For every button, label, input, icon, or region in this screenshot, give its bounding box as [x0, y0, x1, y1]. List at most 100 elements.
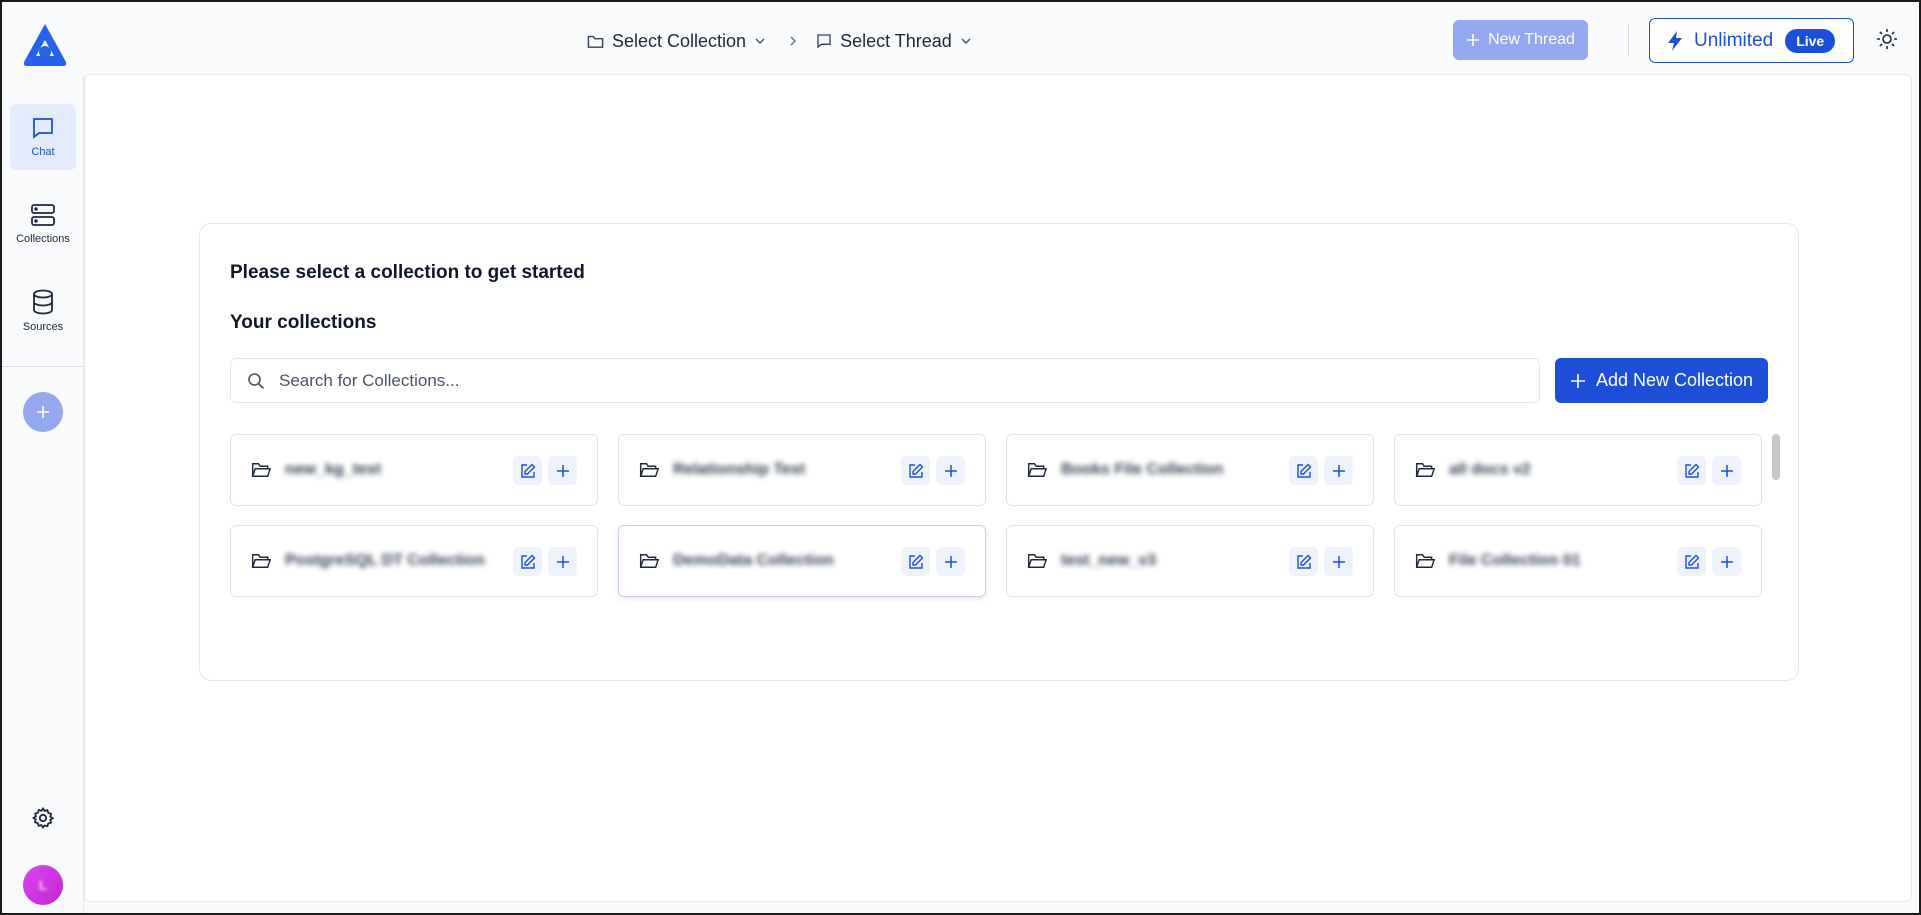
collection-name: all docs v2: [1449, 461, 1531, 478]
sidebar-item-chat[interactable]: Chat: [10, 104, 76, 170]
edit-collection-button[interactable]: [1677, 456, 1706, 485]
top-bar: Select Collection Select Thread New Thre…: [2, 2, 1919, 76]
collection-actions: [1289, 456, 1353, 485]
lightning-icon: [1668, 30, 1682, 51]
server-icon: [31, 204, 55, 226]
sidebar: Chat Collections Sources L: [2, 76, 84, 913]
collection-name: Books File Collection: [1061, 461, 1224, 478]
collection-picker-card: Please select a collection to get starte…: [199, 223, 1799, 681]
breadcrumb: Select Collection Select Thread: [587, 26, 972, 56]
folder-open-icon: [251, 463, 271, 477]
header-divider: [1628, 24, 1629, 56]
collection-card[interactable]: PostgreSQL DT Collection: [230, 525, 598, 597]
collection-actions: [901, 456, 965, 485]
collection-name: Relationship Test: [673, 461, 806, 478]
select-thread-dropdown[interactable]: Select Thread: [816, 31, 972, 52]
collection-actions: [901, 547, 965, 576]
edit-collection-button[interactable]: [901, 456, 930, 485]
folder-open-icon: [639, 463, 659, 477]
sun-icon[interactable]: [1876, 28, 1898, 50]
add-to-collection-button[interactable]: [548, 456, 577, 485]
collection-name: PostgreSQL DT Collection: [285, 552, 485, 569]
app-logo[interactable]: [22, 22, 68, 68]
plus-icon: [556, 555, 569, 568]
folder-open-icon: [1415, 554, 1435, 568]
plus-icon: [944, 555, 957, 568]
add-button[interactable]: [23, 392, 63, 432]
add-new-collection-label: Add New Collection: [1595, 370, 1754, 390]
search-box[interactable]: [230, 358, 1540, 403]
edit-icon: [908, 463, 923, 478]
chevron-down-icon: [961, 38, 971, 45]
edit-collection-button[interactable]: [1289, 456, 1318, 485]
new-thread-button[interactable]: New Thread: [1453, 20, 1588, 60]
select-collection-label: Select Collection: [612, 30, 747, 51]
sidebar-item-label: Sources: [22, 321, 64, 333]
sidebar-item-collections[interactable]: Collections: [10, 191, 76, 257]
collection-card[interactable]: DemoData Collection: [618, 525, 986, 597]
edit-icon: [1684, 554, 1699, 569]
folder-open-icon: [251, 554, 271, 568]
add-to-collection-button[interactable]: [548, 547, 577, 576]
new-thread-label: New Thread: [1488, 31, 1575, 48]
collection-name: test_new_v3: [1061, 552, 1157, 569]
edit-icon: [1296, 463, 1311, 478]
collection-card[interactable]: new_kg_test: [230, 434, 598, 506]
database-icon: [33, 289, 53, 315]
plus-icon: [1467, 34, 1480, 46]
plus-icon: [1720, 464, 1733, 477]
search-input[interactable]: [279, 370, 1479, 391]
collection-actions: [1677, 456, 1741, 485]
collection-scrollbar[interactable]: [1772, 434, 1780, 480]
plus-icon: [37, 406, 49, 418]
plus-icon: [1332, 555, 1345, 568]
collection-card[interactable]: test_new_v3: [1006, 525, 1374, 597]
plus-icon: [1720, 555, 1733, 568]
edit-icon: [520, 463, 535, 478]
plus-icon: [1332, 464, 1345, 477]
page-title: Please select a collection to get starte…: [230, 262, 585, 283]
add-to-collection-button[interactable]: [1712, 547, 1741, 576]
edit-icon: [520, 554, 535, 569]
edit-collection-button[interactable]: [513, 456, 542, 485]
search-icon: [248, 372, 265, 389]
edit-icon: [908, 554, 923, 569]
section-title: Your collections: [230, 312, 377, 333]
collection-card[interactable]: File Collection 01: [1394, 525, 1762, 597]
collection-card[interactable]: all docs v2: [1394, 434, 1762, 506]
collection-card[interactable]: Relationship Test: [618, 434, 986, 506]
edit-collection-button[interactable]: [1677, 547, 1706, 576]
plan-label: Unlimited: [1694, 29, 1774, 51]
sidebar-item-label: Chat: [31, 146, 55, 158]
add-to-collection-button[interactable]: [1324, 456, 1353, 485]
add-to-collection-button[interactable]: [1712, 456, 1741, 485]
edit-collection-button[interactable]: [513, 547, 542, 576]
plan-button[interactable]: Unlimited Live: [1649, 18, 1854, 63]
collection-actions: [513, 547, 577, 576]
collection-name: DemoData Collection: [673, 552, 834, 569]
collection-grid: new_kg_test Relationship Test Books File…: [230, 434, 1762, 600]
select-collection-dropdown[interactable]: Select Collection: [587, 31, 766, 52]
collection-actions: [513, 456, 577, 485]
avatar[interactable]: L: [23, 865, 63, 905]
plus-icon: [556, 464, 569, 477]
add-new-collection-button[interactable]: Add New Collection: [1555, 358, 1768, 403]
plus-icon: [1570, 373, 1585, 388]
collection-name: new_kg_test: [285, 461, 382, 478]
folder-open-icon: [1027, 554, 1047, 568]
avatar-initial: L: [38, 877, 48, 893]
message-icon: [33, 118, 53, 139]
add-to-collection-button[interactable]: [1324, 547, 1353, 576]
add-to-collection-button[interactable]: [936, 456, 965, 485]
add-to-collection-button[interactable]: [936, 547, 965, 576]
folder-open-icon: [639, 554, 659, 568]
collection-card[interactable]: Books File Collection: [1006, 434, 1374, 506]
gear-icon[interactable]: [31, 806, 55, 830]
edit-icon: [1296, 554, 1311, 569]
edit-collection-button[interactable]: [1289, 547, 1318, 576]
select-thread-label: Select Thread: [840, 30, 952, 51]
message-icon: [817, 34, 831, 49]
folder-open-icon: [1415, 463, 1435, 477]
sidebar-item-sources[interactable]: Sources: [10, 278, 76, 344]
edit-collection-button[interactable]: [901, 547, 930, 576]
